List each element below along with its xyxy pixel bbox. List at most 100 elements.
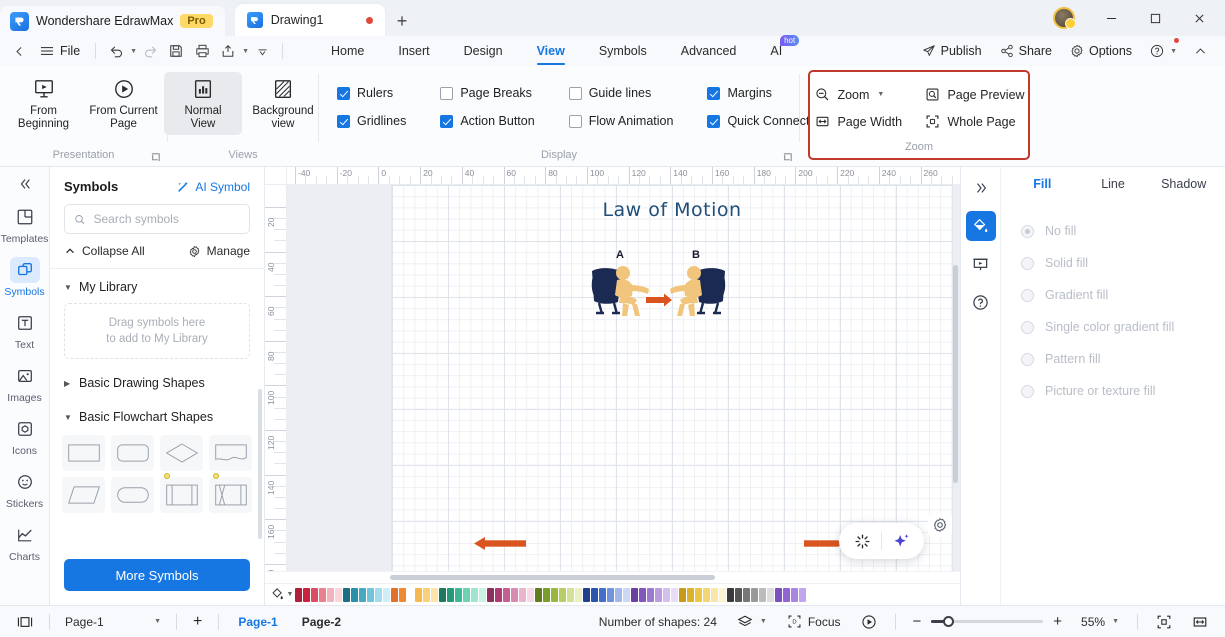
tab-fill[interactable]: Fill	[1007, 177, 1078, 191]
color-swatch[interactable]	[679, 587, 686, 602]
figure-label-a[interactable]: A	[616, 249, 624, 261]
sidebar-item-stickers[interactable]: Stickers	[0, 462, 49, 515]
play-presentation-button[interactable]	[852, 610, 886, 634]
color-swatch[interactable]	[719, 587, 726, 602]
color-swatch[interactable]	[327, 587, 334, 602]
print-icon[interactable]	[189, 39, 215, 63]
fill-option-solid-fill[interactable]: Solid fill	[1007, 247, 1225, 279]
shape-manual-operation[interactable]	[209, 473, 252, 513]
color-swatch[interactable]	[455, 587, 462, 602]
fill-bucket-icon[interactable]: ▼	[269, 588, 295, 601]
color-swatch[interactable]	[423, 587, 430, 602]
color-swatch[interactable]	[343, 587, 350, 602]
symbols-panel-scrollbar[interactable]	[258, 389, 262, 539]
sidebar-item-symbols[interactable]: Symbols	[0, 250, 49, 303]
page-breaks-checkbox-box[interactable]	[440, 86, 454, 100]
color-swatch[interactable]	[759, 587, 766, 602]
color-swatch[interactable]	[591, 587, 598, 602]
sidebar-item-charts[interactable]: Charts	[0, 515, 49, 568]
color-swatch[interactable]	[639, 587, 646, 602]
color-swatch[interactable]	[543, 587, 550, 602]
color-swatch[interactable]	[367, 587, 374, 602]
display-dialog-launcher-icon[interactable]	[782, 152, 793, 163]
undo-caret-icon[interactable]: ▼	[130, 48, 137, 55]
shape-rounded-rectangle[interactable]	[111, 435, 154, 471]
color-swatch[interactable]	[439, 587, 446, 602]
export-caret-icon[interactable]: ▼	[242, 48, 249, 55]
picture-or-texture-fill-radio[interactable]	[1021, 384, 1034, 398]
ribbon-tab-insert[interactable]: Insert	[381, 36, 446, 66]
canvas-vertical-scrollbar[interactable]	[953, 265, 958, 483]
color-swatch[interactable]	[647, 587, 654, 602]
section-basic-flowchart-shapes[interactable]: ▼ Basic Flowchart Shapes	[50, 399, 264, 433]
collapse-right-panel-icon[interactable]	[966, 173, 996, 203]
ribbon-tab-advanced[interactable]: Advanced	[664, 36, 754, 66]
right-rail-presentation-tool[interactable]	[966, 249, 996, 279]
tab-line[interactable]: Line	[1078, 177, 1149, 191]
color-swatch[interactable]	[415, 587, 422, 602]
flow-animation-checkbox-box[interactable]	[568, 114, 582, 128]
collapse-all-button[interactable]: Collapse All	[64, 244, 145, 258]
back-icon[interactable]	[6, 39, 32, 63]
canvas-settings-gear-icon[interactable]	[928, 513, 952, 537]
color-swatch[interactable]	[631, 587, 638, 602]
layers-button[interactable]: ▼	[728, 610, 776, 634]
color-swatch[interactable]	[479, 587, 486, 602]
color-swatch[interactable]	[703, 587, 710, 602]
section-basic-drawing-shapes[interactable]: ▶ Basic Drawing Shapes	[50, 365, 264, 399]
color-swatch[interactable]	[607, 587, 614, 602]
color-swatch[interactable]	[383, 587, 390, 602]
ribbon-tab-ai[interactable]: AI hot	[753, 35, 800, 66]
color-swatch[interactable]	[687, 587, 694, 602]
color-swatch[interactable]	[487, 587, 494, 602]
color-swatch[interactable]	[399, 587, 406, 602]
color-swatch[interactable]	[519, 587, 526, 602]
ribbon-tab-design[interactable]: Design	[447, 36, 520, 66]
color-swatch[interactable]	[431, 587, 438, 602]
color-swatch[interactable]	[767, 587, 774, 602]
solid-fill-radio[interactable]	[1021, 256, 1034, 270]
action-button-checkbox-box[interactable]	[440, 114, 454, 128]
section-my-library[interactable]: ▼ My Library	[50, 269, 264, 303]
shape-rectangle[interactable]	[62, 435, 105, 471]
publish-button[interactable]: Publish	[914, 39, 990, 63]
manage-button[interactable]: Manage	[188, 244, 250, 258]
search-input[interactable]	[93, 212, 240, 226]
maximize-button[interactable]	[1133, 0, 1177, 36]
color-swatch[interactable]	[295, 587, 302, 602]
share-button[interactable]: Share	[992, 39, 1060, 63]
export-icon[interactable]	[215, 39, 241, 63]
law-of-motion-illustration[interactable]	[590, 263, 727, 319]
color-swatch[interactable]	[511, 587, 518, 602]
left-pointing-arrow-shape[interactable]	[474, 537, 526, 550]
fill-option-no-fill[interactable]: No fill	[1007, 215, 1225, 247]
checkbox-guide-lines[interactable]: Guide lines	[568, 86, 674, 100]
options-button[interactable]: Options	[1062, 39, 1140, 63]
ribbon-tab-view[interactable]: View	[520, 36, 582, 66]
sidebar-item-templates[interactable]: Templates	[0, 197, 49, 250]
vertical-ruler[interactable]: 20406080100120140160180	[265, 185, 287, 571]
color-bar-caret-icon[interactable]: ▼	[287, 591, 294, 598]
layers-caret-icon[interactable]: ▼	[760, 618, 767, 625]
quick-connection-checkbox-box[interactable]	[707, 114, 721, 128]
right-rail-fill-tool[interactable]	[965, 211, 996, 241]
sidebar-item-images[interactable]: Images	[0, 356, 49, 409]
right-pointing-arrow-shape[interactable]	[804, 537, 844, 550]
color-swatch[interactable]	[583, 587, 590, 602]
fill-option-single-color-gradient-fill[interactable]: Single color gradient fill	[1007, 311, 1225, 343]
color-swatch[interactable]	[527, 587, 534, 602]
zoom-level-dropdown[interactable]: 55% ▼	[1072, 610, 1128, 634]
zoom-command-button[interactable]: Zoom ▼	[811, 84, 917, 105]
color-swatch[interactable]	[599, 587, 606, 602]
color-swatch[interactable]	[791, 587, 798, 602]
color-swatch[interactable]	[375, 587, 382, 602]
color-swatch[interactable]	[695, 587, 702, 602]
margins-checkbox-box[interactable]	[707, 86, 721, 100]
shape-stadium[interactable]	[111, 477, 154, 513]
fill-option-pattern-fill[interactable]: Pattern fill	[1007, 343, 1225, 375]
color-swatch[interactable]	[735, 587, 742, 602]
horizontal-ruler[interactable]: -40 -20 0 20 40 60 80 100 120 140 160 180 200 220 240 2…	[265, 167, 960, 185]
color-swatch[interactable]	[775, 587, 782, 602]
ai-symbol-button[interactable]: AI Symbol	[176, 180, 250, 194]
fill-option-gradient-fill[interactable]: Gradient fill	[1007, 279, 1225, 311]
